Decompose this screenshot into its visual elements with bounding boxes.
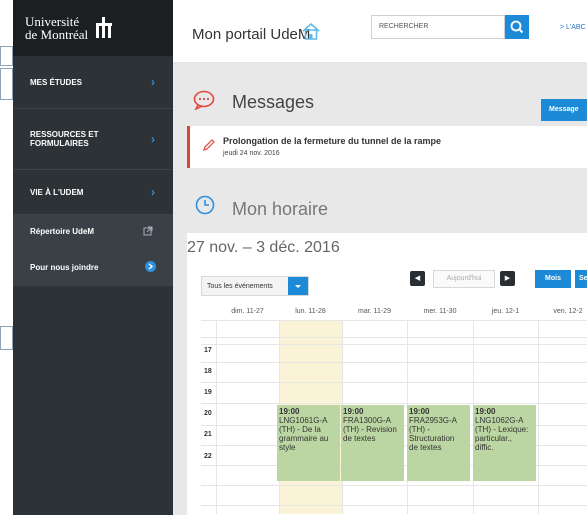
nav-vie-udem[interactable]: VIE À L'UDEM › — [13, 170, 173, 215]
week-range: 27 nov. – 3 déc. 2016 — [187, 239, 340, 256]
messages-title: Messages — [232, 92, 315, 112]
page-title: Mon portail UdeM — [192, 26, 311, 43]
hour-label: 21 — [204, 431, 212, 438]
speech-bubble-icon — [193, 90, 215, 110]
nav-label: Pour nous joindre — [30, 262, 99, 272]
today-button[interactable]: Aujourd'hui — [433, 270, 495, 288]
event-line: (TH) - Lexique: — [475, 425, 529, 434]
day-header: mar. 11-29 — [358, 308, 391, 315]
search-button[interactable] — [505, 15, 529, 39]
nav-label-line1: RESSOURCES ET — [30, 130, 99, 139]
day-header: jeu. 12-1 — [491, 308, 520, 315]
hour-line — [201, 485, 587, 486]
hour-line — [201, 505, 587, 506]
strip-box — [0, 326, 13, 350]
nav-repertoire[interactable]: Répertoire UdeM — [13, 215, 173, 249]
dropdown-toggle[interactable] — [288, 277, 308, 295]
event-time: 19:00 — [409, 407, 430, 416]
event-line: grammaire au — [279, 434, 329, 443]
hour-label: 20 — [204, 410, 212, 417]
header: Mon portail UdeM RECHERCHER > L'ABC — [173, 0, 587, 63]
search-icon — [510, 20, 524, 34]
view-month-button[interactable]: Mois — [535, 270, 571, 288]
event-filter-select[interactable]: Tous les événements — [201, 276, 309, 296]
hour-line — [201, 362, 587, 363]
event-line: (TH) - De la — [279, 425, 321, 434]
day-header: dim. 11-27 — [231, 308, 264, 315]
calendar-event[interactable]: 19:00 FRA2953G-A (TH) - Structuration de… — [407, 405, 470, 481]
event-line: Structuration — [409, 434, 455, 443]
event-line: FRA1300G-A — [343, 416, 392, 425]
event-line: de textes — [343, 434, 376, 443]
event-time: 19:00 — [279, 407, 300, 416]
view-week-button[interactable]: Se — [575, 270, 587, 288]
message-title[interactable]: Prolongation de la fermeture du tunnel d… — [223, 136, 441, 146]
event-line: de textes — [409, 443, 442, 452]
nav-label: MES ÉTUDES — [30, 77, 83, 87]
udem-logo[interactable]: Université de Montréal — [13, 0, 173, 56]
strip-box — [0, 46, 13, 66]
circle-chevron-icon — [145, 261, 156, 272]
udem-emblem-icon — [96, 17, 113, 38]
chevron-right-icon: › — [151, 185, 155, 199]
nav-label: Répertoire UdeM — [30, 227, 95, 236]
hour-label: 19 — [204, 389, 212, 396]
strip-box — [0, 68, 13, 100]
hour-line — [201, 382, 587, 383]
calendar-event[interactable]: 19:00 LNG1062G-A (TH) - Lexique: particu… — [473, 405, 536, 481]
abc-link[interactable]: > L'ABC — [560, 24, 586, 31]
nav-ressources[interactable]: RESSOURCES ET FORMULAIRES › — [13, 109, 173, 170]
nav-nous-joindre[interactable]: Pour nous joindre — [13, 249, 173, 286]
event-line: style — [279, 443, 296, 452]
messages-button[interactable]: Message — [541, 99, 587, 121]
nav-label: VIE À L'UDEM — [30, 187, 84, 197]
hour-line — [201, 337, 587, 338]
hour-line — [201, 344, 587, 345]
event-line: diffic. — [475, 443, 494, 452]
calendar-event[interactable]: 19:00 LNG1061G-A (TH) - De la grammaire … — [277, 405, 340, 481]
chevron-right-icon: › — [151, 132, 155, 146]
external-link-icon — [143, 226, 153, 236]
left-strip — [0, 0, 13, 515]
search-placeholder: RECHERCHER — [379, 23, 429, 30]
nav-label-line2: FORMULAIRES — [30, 139, 89, 148]
message-date: jeudi 24 nov. 2016 — [223, 150, 280, 157]
chevron-right-icon: › — [151, 75, 155, 89]
next-week-button[interactable]: ▶ — [500, 271, 515, 286]
home-icon[interactable] — [301, 22, 321, 40]
pencil-icon — [203, 139, 215, 151]
filter-value: Tous les événements — [207, 283, 273, 290]
day-header: ven. 12-2 — [553, 308, 583, 315]
calendar-event[interactable]: 19:00 FRA1300G-A (TH) - Revision de text… — [341, 405, 404, 481]
hour-line — [201, 320, 587, 321]
clock-icon — [195, 195, 215, 215]
event-line: (TH) - Revision — [343, 425, 397, 434]
day-header: mer. 11-30 — [423, 308, 457, 315]
hour-label: 18 — [204, 368, 212, 375]
event-time: 19:00 — [343, 407, 364, 416]
nav-label: RESSOURCES ET FORMULAIRES — [30, 130, 98, 148]
event-time: 19:00 — [475, 407, 496, 416]
nav-mes-etudes[interactable]: MES ÉTUDES › — [13, 56, 173, 109]
day-header: lun. 11-28 — [295, 308, 326, 315]
chevron-down-icon — [295, 285, 301, 288]
sidebar: Université de Montréal MES ÉTUDES › RESS… — [13, 0, 173, 515]
search-input[interactable]: RECHERCHER — [371, 15, 505, 39]
event-line: LNG1062G-A — [475, 416, 524, 425]
hour-line — [201, 403, 587, 404]
hour-label: 17 — [204, 347, 212, 354]
schedule-title: Mon horaire — [232, 199, 329, 219]
hour-label: 22 — [204, 453, 212, 460]
message-item[interactable]: Prolongation de la fermeture du tunnel d… — [187, 126, 587, 168]
prev-week-button[interactable]: ◀ — [410, 271, 425, 286]
event-line: particular., — [475, 434, 512, 443]
logo-line2: de Montréal — [25, 27, 89, 42]
event-line: LNG1061G-A — [279, 416, 328, 425]
event-line: FRA2953G-A — [409, 416, 458, 425]
logo-text: Université de Montréal — [25, 15, 88, 41]
event-line: (TH) - — [409, 425, 430, 434]
